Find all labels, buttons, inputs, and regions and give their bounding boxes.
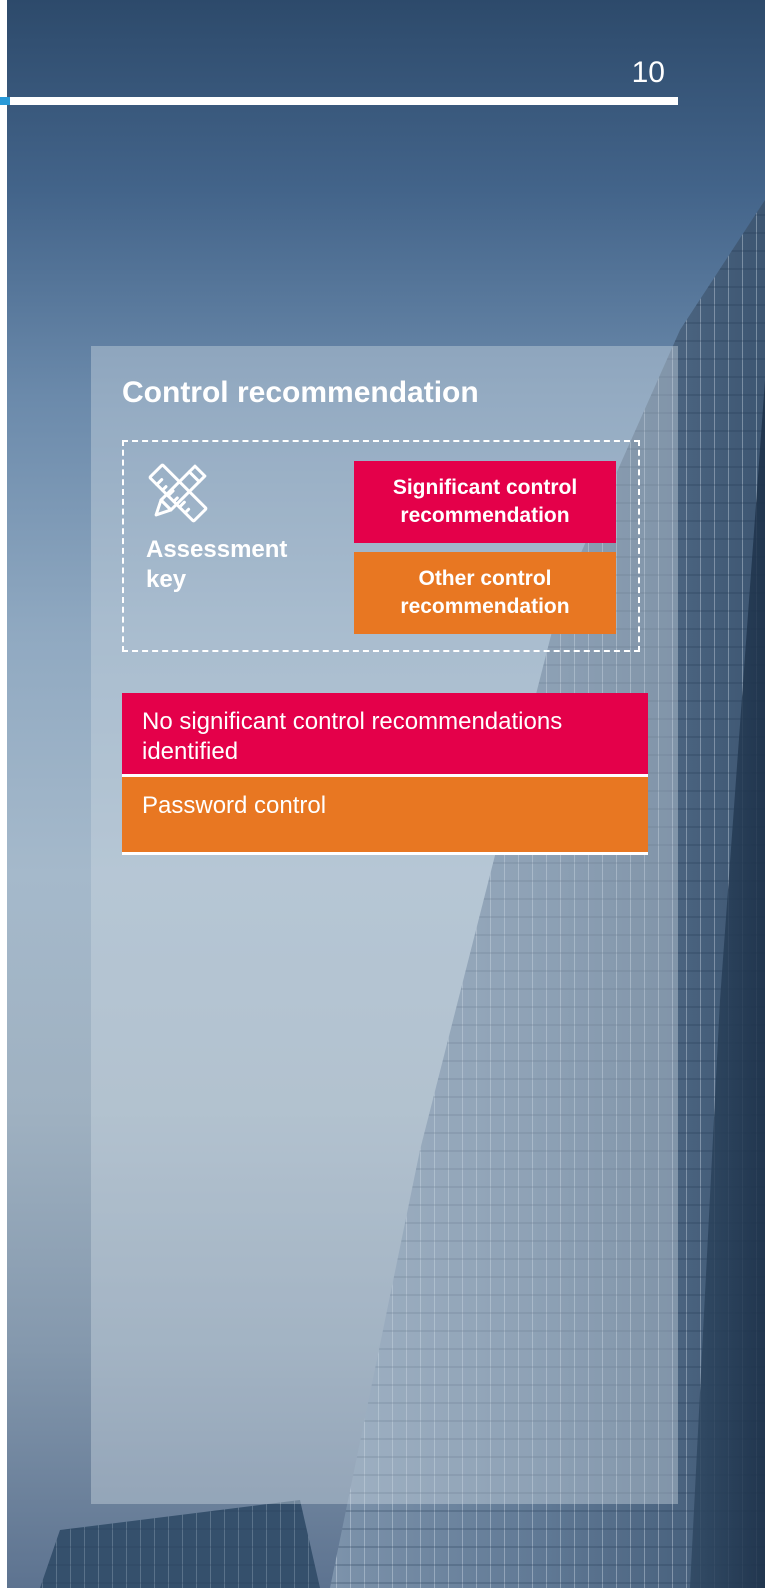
recommendation-row-significant: No significant control recommendations i…	[122, 693, 648, 777]
key-significant-label: Significant control recommendation	[392, 476, 578, 527]
recommendation-row-other: Password control	[122, 777, 648, 855]
recommendation-text: No significant control recommendations i…	[142, 708, 563, 765]
key-other-label: Other control recommendation	[400, 567, 570, 618]
ruler-pencil-icon	[145, 460, 211, 526]
assessment-key-label: Assessment key	[146, 536, 288, 593]
left-margin-strip	[0, 0, 7, 1588]
key-significant-chip: Significant control recommendation	[354, 461, 616, 543]
header-rule-accent	[0, 97, 10, 105]
panel-title: Control recommendation	[122, 376, 479, 409]
page: 10 Control recommendation Assessment key	[0, 0, 765, 1588]
page-number: 10	[631, 56, 665, 89]
key-other-chip: Other control recommendation	[354, 552, 616, 634]
recommendation-text: Password control	[142, 792, 327, 819]
header-rule	[10, 97, 678, 105]
